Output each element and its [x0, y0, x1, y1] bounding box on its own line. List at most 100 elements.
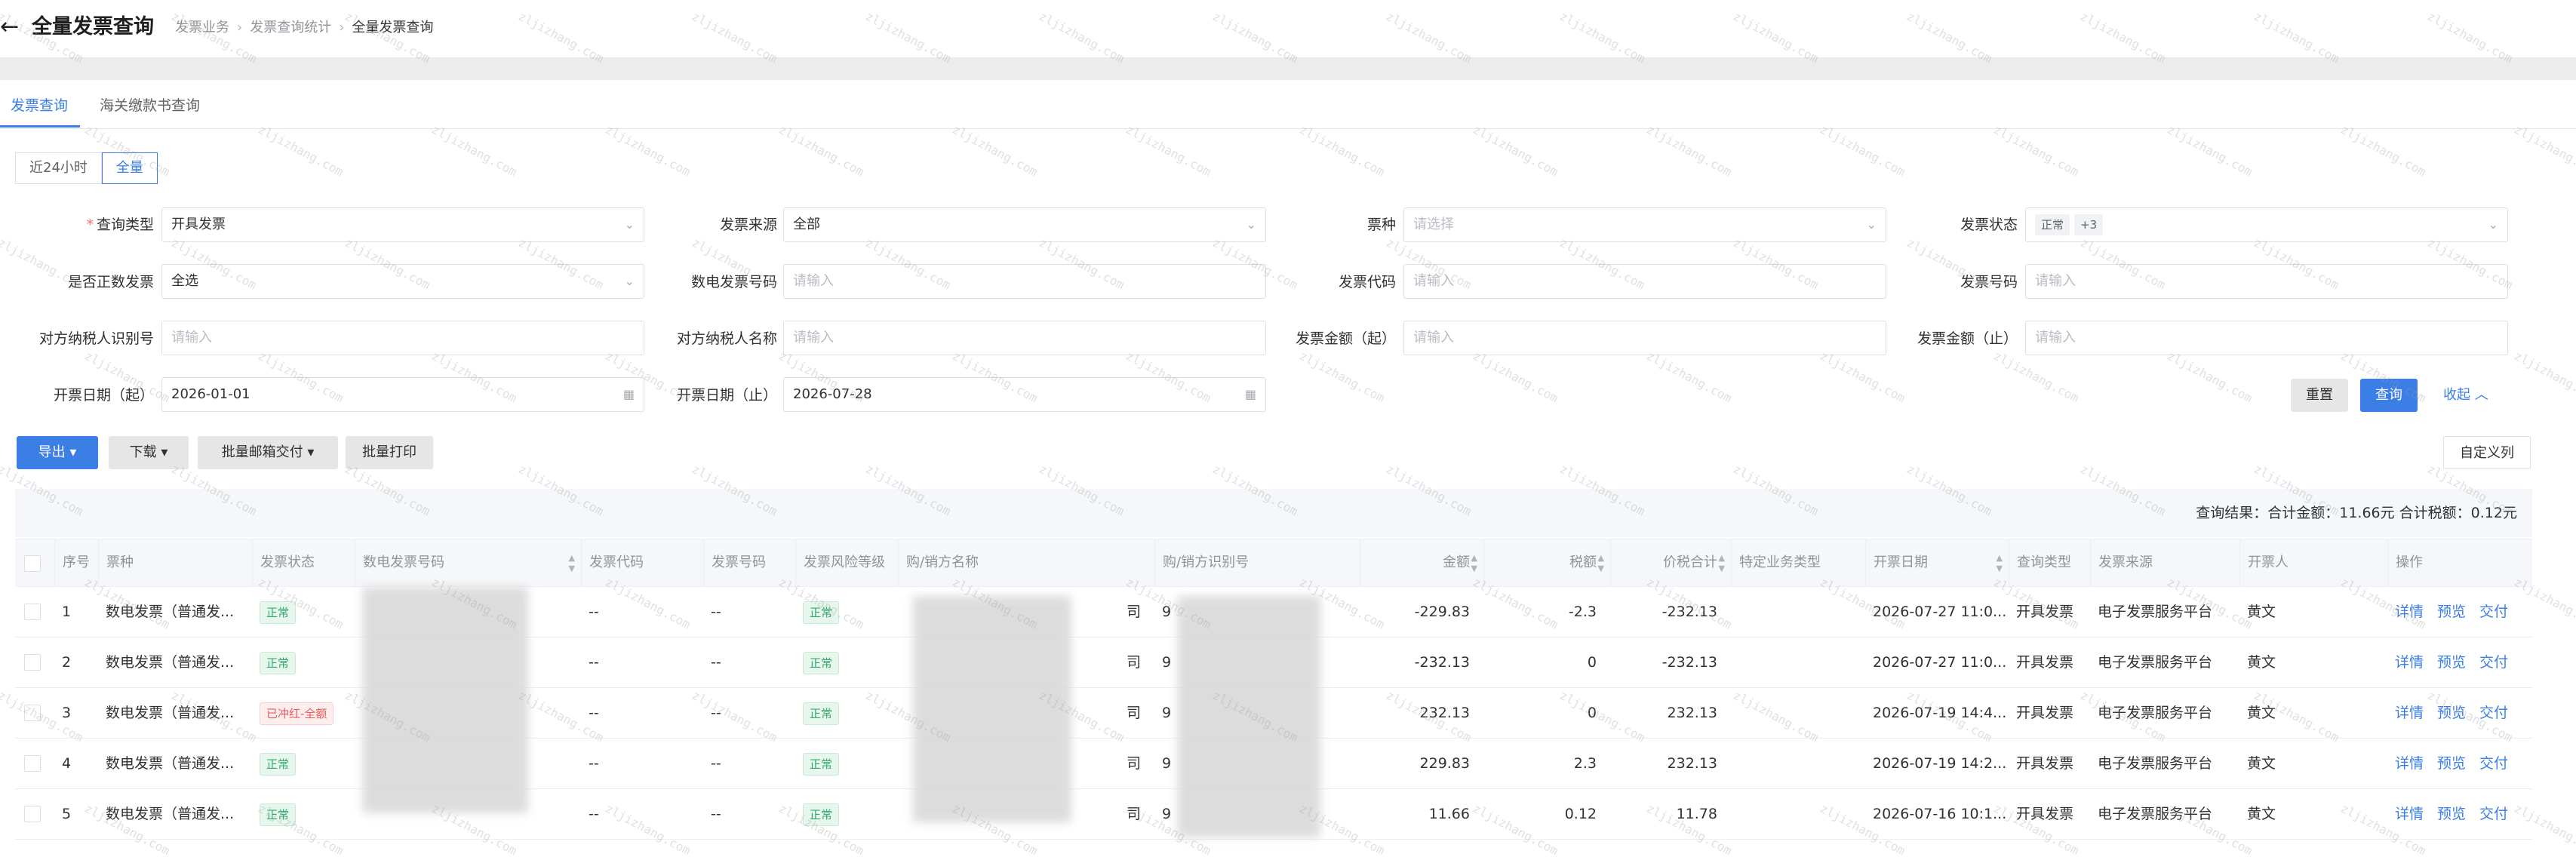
reset-button[interactable]: 重置 — [2291, 379, 2348, 412]
invoice-source-label: 发票来源 — [719, 217, 777, 233]
table-cell-issuer: 黄文 — [2247, 806, 2276, 822]
detail-link[interactable]: 详情 — [2395, 705, 2424, 721]
table-cell-kind: 数电发票（普通发... — [106, 604, 235, 620]
table-cell-issuer: 黄文 — [2247, 705, 2276, 721]
table-cell-code: -- — [589, 755, 599, 772]
row-checkbox[interactable] — [24, 806, 41, 822]
invoice-code-input[interactable]: 请输入 — [1403, 264, 1886, 299]
col-header-label: 金额 — [1443, 554, 1470, 570]
query-type-select[interactable]: 开具发票 ⌄ — [161, 207, 644, 242]
date-from-picker[interactable]: 2026-01-01 ▦ — [161, 377, 644, 412]
preview-link[interactable]: 预览 — [2437, 755, 2466, 772]
breadcrumb-item[interactable]: 发票查询统计 — [250, 18, 331, 38]
detail-link[interactable]: 详情 — [2395, 654, 2424, 671]
header-divider-band — [0, 57, 2576, 80]
invoice-status-label: 发票状态 — [1960, 217, 2018, 233]
deliver-link[interactable]: 交付 — [2479, 705, 2508, 721]
col-header-sortable[interactable]: 数电发票号码 ▲ ▼ — [355, 539, 581, 586]
arrow-left-icon[interactable]: ← — [0, 14, 19, 41]
row-checkbox[interactable] — [24, 604, 41, 620]
export-label: 导出 — [38, 444, 66, 460]
amount-from-input[interactable]: 请输入 — [1403, 321, 1886, 355]
table-cell-qtype: 开具发票 — [2016, 755, 2074, 772]
table-cell-kind: 数电发票（普通发... — [106, 654, 235, 671]
deliver-link[interactable]: 交付 — [2479, 604, 2508, 620]
query-summary: 查询结果：合计金额：11.66元 合计税额：0.12元 — [2196, 505, 2517, 521]
select-all-checkbox[interactable] — [24, 555, 41, 572]
invoice-no-input[interactable]: 请输入 — [2025, 264, 2508, 299]
table-cell-no: 3 — [62, 705, 72, 721]
batch-print-button[interactable]: 批量打印 — [346, 436, 433, 469]
custom-columns-button[interactable]: 自定义列 — [2443, 436, 2531, 469]
row-checkbox[interactable] — [24, 705, 41, 721]
tab-invoice-query[interactable]: 发票查询 — [11, 95, 68, 116]
range-all-button[interactable]: 全量 — [101, 152, 158, 184]
detail-link[interactable]: 详情 — [2395, 604, 2424, 620]
table-cell-date: 2026-07-19 14:4... — [1873, 705, 2007, 721]
risk-level-badge: 正常 — [803, 752, 840, 776]
counterparty-name-input[interactable]: 请输入 — [783, 321, 1266, 355]
is-positive-label: 是否正数发票 — [67, 274, 154, 290]
date-to-picker[interactable]: 2026-07-28 ▦ — [783, 377, 1266, 412]
table-cell-tax: 0 — [1587, 705, 1597, 721]
detail-link[interactable]: 详情 — [2395, 755, 2424, 772]
table-cell — [1731, 789, 1865, 839]
watermark-text: zljizhang.com — [255, 121, 346, 180]
watermark-text: zljizhang.com — [1990, 121, 2082, 180]
preview-link[interactable]: 预览 — [2437, 806, 2466, 822]
invoice-status-select[interactable]: 正常 +3 ⌄ — [2025, 207, 2508, 242]
table-cell-no: 1 — [62, 604, 72, 620]
table-cell-code: -- — [589, 705, 599, 721]
chevron-down-icon: ▾ — [69, 444, 77, 460]
invoice-source-select[interactable]: 全部 ⌄ — [783, 207, 1266, 242]
col-header-sortable[interactable]: 价税合计 ▲ ▼ — [1610, 539, 1731, 586]
range-24h-button[interactable]: 近24小时 — [15, 152, 102, 184]
deliver-link[interactable]: 交付 — [2479, 755, 2508, 772]
collapse-link[interactable]: 收起 ︿ — [2443, 379, 2488, 412]
export-button[interactable]: 导出 ▾ — [17, 436, 98, 469]
deliver-link[interactable]: 交付 — [2479, 806, 2508, 822]
query-type-value: 开具发票 — [171, 217, 226, 232]
download-button[interactable]: 下载 ▾ — [109, 436, 189, 469]
col-header-sortable[interactable]: 税额 ▲ ▼ — [1483, 539, 1610, 586]
sort-icon: ▲ ▼ — [568, 553, 575, 573]
table-cell-no: 4 — [62, 755, 72, 772]
required-mark: * — [86, 217, 94, 233]
counterparty-id-input[interactable]: 请输入 — [161, 321, 644, 355]
query-type-label-text: 查询类型 — [96, 217, 154, 233]
page-header: ← 全量发票查询 发票业务 › 发票查询统计 › 全量发票查询 — [0, 0, 2576, 57]
amount-to-input[interactable]: 请输入 — [2025, 321, 2508, 355]
preview-link[interactable]: 预览 — [2437, 654, 2466, 671]
preview-link[interactable]: 预览 — [2437, 705, 2466, 721]
row-checkbox[interactable] — [24, 755, 41, 772]
invoice-source-value: 全部 — [793, 217, 820, 232]
invoice-status-badge: 正常 — [260, 601, 297, 624]
breadcrumb-separator-icon: › — [339, 20, 345, 35]
ticket-kind-select[interactable]: 请选择 ⌄ — [1403, 207, 1886, 242]
chevron-down-icon: ▾ — [161, 444, 168, 460]
digital-no-label: 数电发票号码 — [690, 274, 777, 290]
digital-no-input[interactable]: 请输入 — [783, 264, 1266, 299]
watermark-text: zljizhang.com — [1123, 121, 1214, 180]
tab-customs-query[interactable]: 海关缴款书查询 — [100, 95, 200, 116]
amount-from-placeholder: 请输入 — [1413, 330, 1454, 346]
col-header: 购/销方名称 — [898, 539, 1154, 586]
redacted-name — [913, 596, 1071, 822]
table-cell-amount: -232.13 — [1414, 654, 1470, 671]
table-cell-qtype: 开具发票 — [2016, 604, 2074, 620]
col-header-sortable[interactable]: 开票日期 ▲ ▼ — [1865, 539, 2009, 586]
table-cell: 正常 — [252, 789, 355, 839]
preview-link[interactable]: 预览 — [2437, 604, 2466, 620]
deliver-link[interactable]: 交付 — [2479, 654, 2508, 671]
is-positive-select[interactable]: 全选 ⌄ — [161, 264, 644, 299]
batch-email-button[interactable]: 批量邮箱交付 ▾ — [198, 436, 338, 469]
col-header: 查询类型 — [2009, 539, 2090, 586]
table-cell-total: 232.13 — [1667, 755, 1717, 772]
breadcrumb-item[interactable]: 发票业务 — [175, 18, 229, 38]
search-button[interactable]: 查询 — [2360, 379, 2418, 412]
detail-link[interactable]: 详情 — [2395, 806, 2424, 822]
chevron-down-icon: ⌄ — [2488, 217, 2498, 232]
row-checkbox[interactable] — [24, 654, 41, 671]
counterparty-name-placeholder: 请输入 — [793, 330, 834, 346]
col-header-sortable[interactable]: 金额 ▲ ▼ — [1360, 539, 1483, 586]
